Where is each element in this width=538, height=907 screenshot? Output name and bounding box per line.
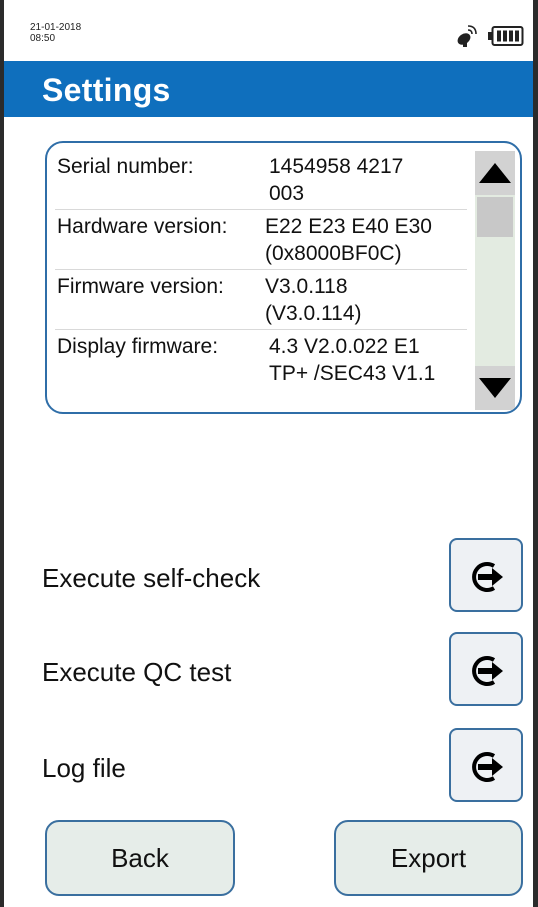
qc-test-label: Execute QC test	[42, 657, 232, 687]
self-check-button[interactable]	[449, 538, 523, 612]
self-check-label: Execute self-check	[42, 563, 261, 593]
info-label: Firmware version:	[57, 275, 224, 298]
scrollbar-thumb[interactable]	[477, 197, 513, 237]
info-value-line: E22 E23 E40 E30	[265, 215, 432, 238]
info-value-line: (V3.0.114)	[265, 302, 362, 325]
info-value-line: 1454958 4217	[269, 155, 404, 178]
device-info-panel: Serial number: 1454958 4217 003 Hardware…	[45, 141, 522, 414]
scroll-up-button[interactable]	[475, 151, 515, 195]
device-frame-right	[533, 0, 538, 907]
arrow-right-circle-icon	[472, 562, 503, 592]
arrow-up-icon	[479, 163, 511, 183]
info-value-line: 003	[269, 182, 305, 205]
divider	[55, 329, 467, 330]
arrow-right-circle-icon	[472, 752, 503, 782]
info-value: V3.0.118 (V3.0.114)	[265, 273, 362, 327]
info-label: Serial number:	[57, 155, 194, 178]
log-file-button[interactable]	[449, 728, 523, 802]
info-value: 1454958 4217 003	[269, 153, 403, 207]
battery-icon	[488, 26, 524, 46]
info-label: Display firmware:	[57, 335, 219, 358]
log-file-label: Log file	[42, 753, 126, 783]
export-button[interactable]: Export	[334, 820, 523, 896]
page-title: Settings	[42, 72, 171, 108]
header-bar: Settings	[4, 61, 533, 117]
arrow-right-circle-icon	[472, 656, 503, 686]
status-time: 08:50	[30, 33, 56, 44]
qc-test-button[interactable]	[449, 632, 523, 706]
status-bar: 21-01-2018 08:50	[4, 0, 533, 60]
scroll-down-button[interactable]	[475, 366, 515, 410]
info-value-line: V3.0.118	[265, 275, 348, 298]
status-date: 21-01-2018	[30, 22, 82, 33]
info-value: E22 E23 E40 E30 (0x8000BF0C)	[265, 213, 432, 267]
info-value-line: (0x8000BF0C)	[265, 242, 402, 265]
arrow-down-icon	[479, 378, 511, 398]
back-button[interactable]: Back	[45, 820, 235, 896]
info-value-line: TP+ /SEC43 V1.1	[269, 362, 436, 385]
info-value-line: 4.3 V2.0.022 E1	[269, 335, 420, 358]
info-label: Hardware version:	[57, 215, 228, 238]
info-value: 4.3 V2.0.022 E1 TP+ /SEC43 V1.1	[269, 333, 435, 387]
date-time: 21-01-2018 08:50	[30, 22, 81, 44]
satellite-icon	[457, 25, 477, 47]
divider	[55, 209, 467, 210]
device-frame-left	[0, 0, 4, 907]
divider	[55, 269, 467, 270]
